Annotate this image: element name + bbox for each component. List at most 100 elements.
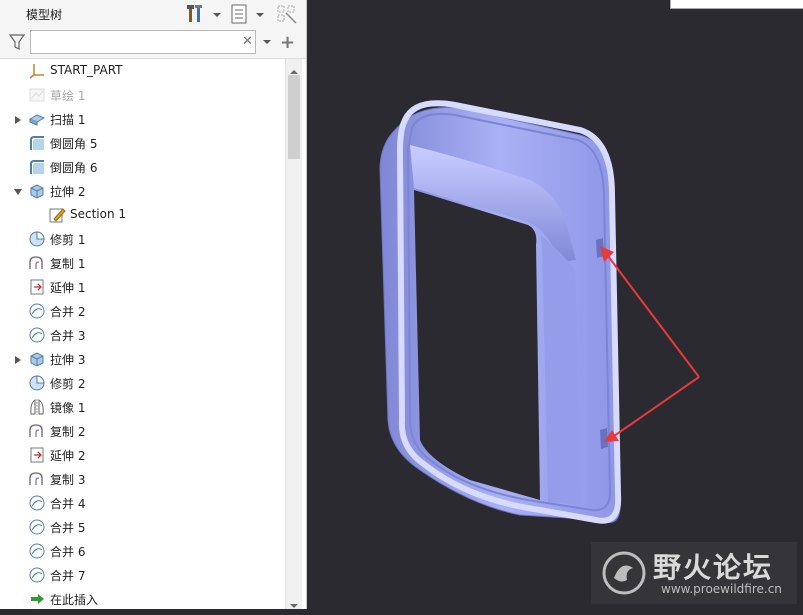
watermark: 野火论坛 www.proewildfire.cn xyxy=(591,542,797,604)
round-icon xyxy=(28,134,46,152)
tree-item[interactable]: 倒圆角 5 xyxy=(0,131,285,155)
watermark-text: 野火论坛 xyxy=(653,551,774,584)
tree-item[interactable]: 合并 3 xyxy=(0,323,285,347)
add-filter-icon[interactable]: + xyxy=(280,32,295,53)
extrude-icon xyxy=(28,350,46,368)
tree-item-label: 合并 3 xyxy=(50,329,86,343)
tree-item-label: 延伸 2 xyxy=(50,449,86,463)
sketch-icon xyxy=(28,86,46,104)
tree-item[interactable]: 延伸 2 xyxy=(0,443,285,467)
tree-item-label: 镜像 1 xyxy=(50,401,86,415)
tree-item[interactable]: 修剪 2 xyxy=(0,371,285,395)
merge-icon xyxy=(28,326,46,344)
search-input[interactable] xyxy=(30,30,256,54)
scrollbar-thumb[interactable] xyxy=(288,75,300,159)
tree-item-label: 延伸 1 xyxy=(50,281,86,295)
tree-item-label: 草绘 1 xyxy=(50,89,86,103)
trim-icon xyxy=(28,374,46,392)
copy-icon xyxy=(28,422,46,440)
fire-logo-icon xyxy=(599,548,649,602)
csys-icon xyxy=(28,62,46,80)
tree-item-label: 扫描 1 xyxy=(50,113,86,127)
merge-icon xyxy=(28,518,46,536)
search-bar: ✕ + xyxy=(0,28,306,59)
filter-display-icon[interactable] xyxy=(276,3,298,25)
tree-item[interactable]: 扫描 1 xyxy=(0,107,285,131)
tree-item[interactable]: 合并 7 xyxy=(0,563,285,587)
copy-icon xyxy=(28,254,46,272)
tree-item-label: 合并 2 xyxy=(50,305,86,319)
model-tree-header: 模型树 xyxy=(0,0,306,28)
merge-icon xyxy=(28,494,46,512)
tree-item-label: 复制 2 xyxy=(50,425,86,439)
collapsed-triangle-icon[interactable] xyxy=(13,354,23,364)
merge-icon xyxy=(28,542,46,560)
graphics-viewport[interactable] xyxy=(307,0,803,609)
tree-item-label: 合并 5 xyxy=(50,521,86,535)
tree-item-label: 拉伸 3 xyxy=(50,353,86,367)
section-sketch-icon xyxy=(48,206,66,224)
insert-here-icon xyxy=(28,590,46,608)
tree-item[interactable]: 镜像 1 xyxy=(0,395,285,419)
tree-item-label: 修剪 2 xyxy=(50,377,86,391)
tree-item[interactable]: START_PART xyxy=(0,59,285,83)
tree-item-label: 合并 7 xyxy=(50,569,86,583)
annotation-arrow-upper xyxy=(607,255,700,378)
model-frame-render xyxy=(379,100,700,524)
clear-search-icon[interactable]: ✕ xyxy=(242,34,253,49)
tree-item-label: 倒圆角 5 xyxy=(50,137,98,151)
tree-item-label: 在此插入 xyxy=(50,593,99,607)
tree-item[interactable]: 复制 2 xyxy=(0,419,285,443)
tree-item[interactable]: 合并 2 xyxy=(0,299,285,323)
extend-icon xyxy=(28,446,46,464)
tree-item[interactable]: 合并 5 xyxy=(0,515,285,539)
mirror-icon xyxy=(28,398,46,416)
collapsed-triangle-icon[interactable] xyxy=(13,114,23,124)
copy-icon xyxy=(28,470,46,488)
expanded-triangle-icon[interactable] xyxy=(13,186,23,196)
tree-item-label: START_PART xyxy=(50,63,123,77)
settings-tools-icon[interactable] xyxy=(186,3,206,25)
vertical-scrollbar[interactable] xyxy=(285,59,302,609)
viewport-top-box xyxy=(670,0,803,9)
tree-item[interactable]: 合并 4 xyxy=(0,491,285,515)
annotation-arrow-lower xyxy=(613,376,700,437)
tree-item-label: 合并 6 xyxy=(50,545,86,559)
tree-item-label: 拉伸 2 xyxy=(50,185,86,199)
tree-item[interactable]: 草绘 1 xyxy=(0,83,285,107)
tree-item[interactable]: 倒圆角 6 xyxy=(0,155,285,179)
tree-item[interactable]: 复制 1 xyxy=(0,251,285,275)
tree-item-label: Section 1 xyxy=(70,207,127,221)
extrude-icon xyxy=(28,182,46,200)
show-list-icon[interactable] xyxy=(229,3,249,25)
chevron-down-icon[interactable] xyxy=(262,34,272,54)
scroll-down-icon[interactable] xyxy=(289,596,299,608)
tree-item-label: 复制 3 xyxy=(50,473,86,487)
tree-item[interactable]: 复制 3 xyxy=(0,467,285,491)
tree-item[interactable]: 合并 6 xyxy=(0,539,285,563)
model-tree-title: 模型树 xyxy=(26,8,63,22)
tree-item-label: 修剪 1 xyxy=(50,233,86,247)
tree-item-label: 倒圆角 6 xyxy=(50,161,98,175)
tree-item-label: 复制 1 xyxy=(50,257,86,271)
scroll-up-icon[interactable] xyxy=(289,62,299,74)
watermark-url: www.proewildfire.cn xyxy=(661,582,782,596)
sweep-icon xyxy=(28,110,46,128)
tree-item-label: 合并 4 xyxy=(50,497,86,511)
model-tree-list: START_PART 草绘 1 扫描 1 倒圆角 5 倒圆角 6 拉伸 2 Section … xyxy=(0,59,285,609)
filter-icon[interactable] xyxy=(8,33,26,55)
model-tree-panel: 模型树 ✕ + START_PART 草绘 1 扫描 1 倒圆角 5 倒圆角 6… xyxy=(0,0,307,609)
tree-item[interactable]: Section 1 xyxy=(0,203,285,227)
round-icon xyxy=(28,158,46,176)
merge-icon xyxy=(28,302,46,320)
tree-item[interactable]: 修剪 1 xyxy=(0,227,285,251)
tree-item[interactable]: 拉伸 2 xyxy=(0,179,285,203)
tree-item[interactable]: 延伸 1 xyxy=(0,275,285,299)
chevron-down-icon[interactable] xyxy=(212,3,222,25)
chevron-down-icon[interactable] xyxy=(255,3,265,25)
trim-icon xyxy=(28,230,46,248)
tree-item[interactable]: 在此插入 xyxy=(0,587,285,609)
merge-icon xyxy=(28,566,46,584)
extend-icon xyxy=(28,278,46,296)
tree-item[interactable]: 拉伸 3 xyxy=(0,347,285,371)
